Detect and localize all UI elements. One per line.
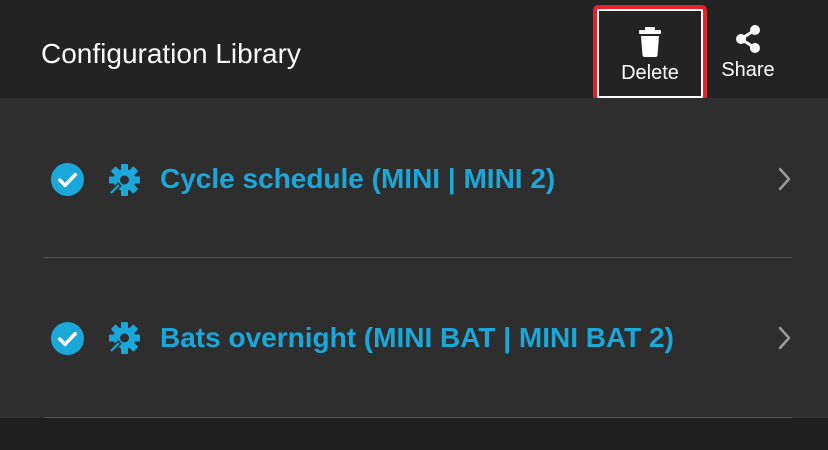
app-header: Configuration Library Delete Share [0, 0, 828, 102]
trash-icon [639, 27, 661, 57]
list-item-bats-overnight[interactable]: Bats overnight (MINI BAT | MINI BAT 2) [0, 258, 828, 417]
delete-button[interactable]: Delete [593, 5, 707, 102]
footer-bar [0, 418, 828, 450]
share-label: Share [721, 59, 775, 81]
share-icon [736, 25, 760, 53]
check-circle-icon [50, 162, 85, 197]
delete-label: Delete [621, 62, 679, 84]
page-title: Configuration Library [41, 38, 301, 69]
list-item-cycle-schedule[interactable]: Cycle schedule (MINI | MINI 2) [0, 98, 828, 257]
chevron-right-icon [778, 167, 791, 191]
cog-edit-icon [108, 164, 140, 196]
cog-edit-icon [108, 322, 140, 354]
check-circle-icon [50, 321, 85, 356]
list-item-label: Cycle schedule (MINI | MINI 2) [160, 163, 556, 194]
configuration-list: Cycle schedule (MINI | MINI 2) Bats over… [0, 98, 828, 418]
list-item-label: Bats overnight (MINI BAT | MINI BAT 2) [160, 322, 674, 353]
chevron-right-icon [778, 326, 791, 350]
